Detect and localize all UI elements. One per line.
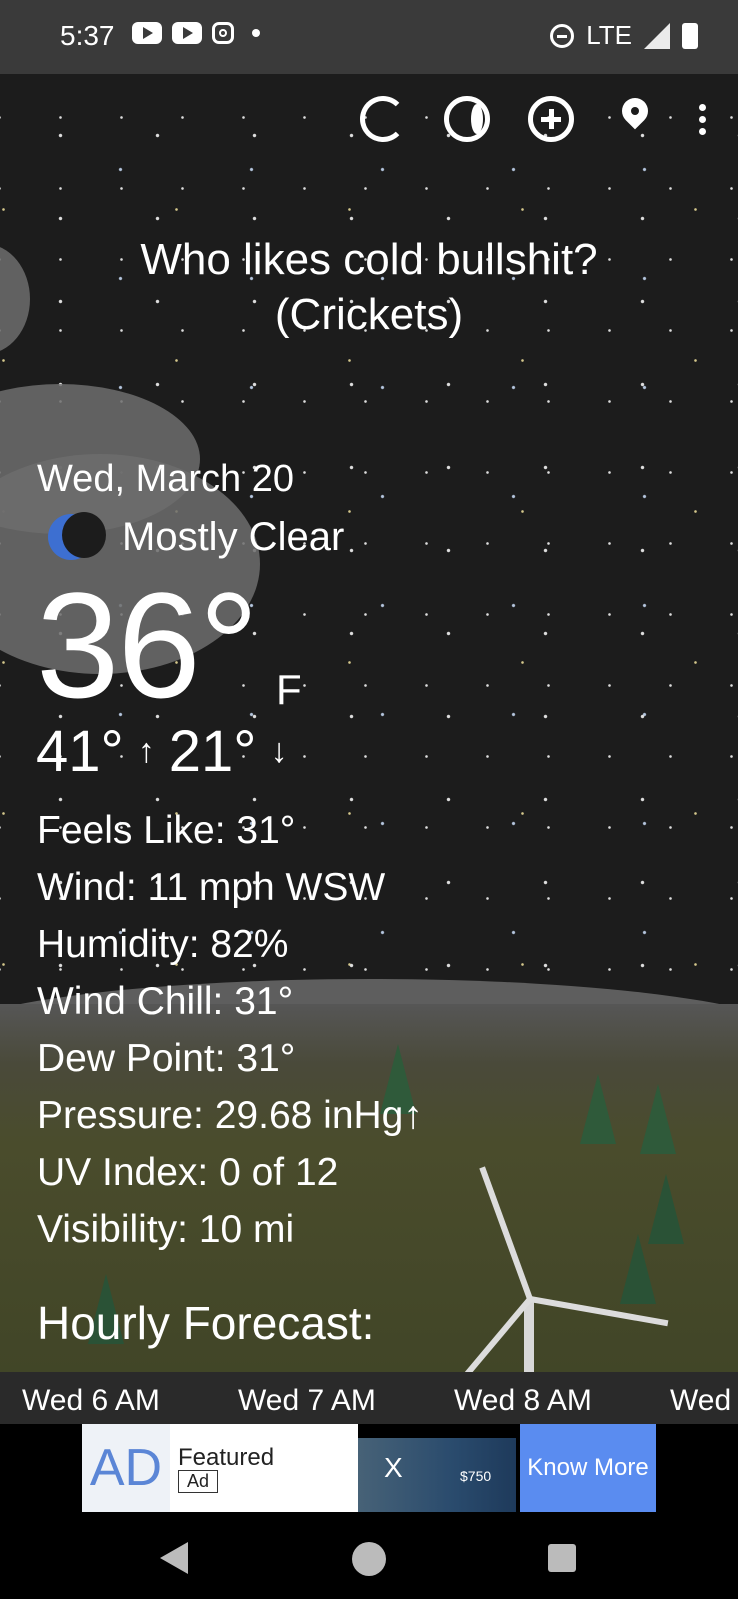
back-icon[interactable] (160, 1542, 188, 1574)
ad-info[interactable]: AD Featured Ad (82, 1424, 358, 1512)
navigation-bar (0, 1520, 738, 1599)
tree (620, 1234, 656, 1304)
signal-icon (644, 22, 670, 49)
ad-price: $750 (460, 1468, 492, 1484)
status-bar: 5:37 LTE (0, 0, 738, 74)
ad-logo: AD (82, 1424, 170, 1512)
ad-banner[interactable]: AD Featured Ad X $750 Know More (0, 1424, 738, 1520)
hour-item[interactable]: Wed (670, 1384, 731, 1418)
instagram-icon (212, 22, 234, 44)
detail-humidity: Humidity: 82% (37, 923, 289, 966)
battery-icon (682, 22, 698, 49)
current-date: Wed, March 20 (37, 458, 294, 500)
weather-headline: Who likes cold bullshit? (Crickets) (0, 232, 738, 342)
tree (640, 1084, 676, 1154)
refresh-icon[interactable] (360, 96, 406, 142)
temperature-unit: F (276, 666, 302, 713)
youtube-icon (132, 22, 162, 44)
location-pin-icon[interactable] (612, 96, 658, 142)
ad-close-icon[interactable]: X (384, 1452, 403, 1484)
ad-know-more-button[interactable]: Know More (520, 1424, 656, 1512)
system-icons: LTE (550, 20, 698, 51)
detail-dew-point: Dew Point: 31° (37, 1037, 296, 1080)
notification-icons (132, 22, 260, 44)
condition-row: Mostly Clear (48, 512, 345, 560)
do-not-disturb-icon (550, 23, 575, 48)
hour-item[interactable]: Wed 8 AM (454, 1384, 592, 1418)
ad-image[interactable] (358, 1438, 516, 1512)
youtube-icon (172, 22, 202, 44)
moon-phase-icon[interactable] (444, 96, 490, 142)
headline-line-1: Who likes cold bullshit? (140, 235, 598, 284)
add-location-icon[interactable] (528, 96, 574, 142)
detail-pressure: Pressure: 29.68 inHg↑ (37, 1094, 423, 1137)
crescent-moon-icon (48, 512, 106, 560)
weather-details: Feels Like: 31° Wind: 11 mph WSW Humidit… (37, 802, 423, 1258)
down-arrow-icon: ↓ (270, 732, 288, 770)
hour-item[interactable]: Wed 7 AM (238, 1384, 376, 1418)
recents-icon[interactable] (548, 1544, 576, 1572)
detail-uv-index: UV Index: 0 of 12 (37, 1151, 339, 1194)
more-notifications-icon (252, 29, 260, 37)
hourly-forecast-title: Hourly Forecast: (37, 1297, 375, 1349)
high-low: 41° ↑ 21° ↓ (36, 718, 287, 785)
current-temperature: 36° (36, 561, 259, 729)
home-icon[interactable] (352, 1542, 386, 1576)
status-time: 5:37 (60, 20, 115, 51)
detail-feels-like: Feels Like: 31° (37, 809, 296, 852)
high-temp: 41° (36, 719, 124, 784)
hour-item[interactable]: Wed 6 AM (22, 1384, 160, 1418)
more-options-icon[interactable] (696, 96, 708, 142)
hourly-forecast-list[interactable]: Wed 6 AM Wed 7 AM Wed 8 AM Wed (0, 1372, 738, 1424)
toolbar (360, 96, 708, 142)
network-label: LTE (586, 20, 632, 50)
condition-text: Mostly Clear (122, 514, 345, 559)
detail-wind: Wind: 11 mph WSW (37, 866, 386, 909)
ad-featured-label: Featured (178, 1444, 275, 1471)
detail-wind-chill: Wind Chill: 31° (37, 980, 294, 1023)
detail-visibility: Visibility: 10 mi (37, 1208, 295, 1251)
low-temp: 21° (168, 719, 257, 784)
up-arrow-icon: ↑ (137, 732, 155, 770)
tree (580, 1074, 616, 1144)
headline-line-2: (Crickets) (274, 290, 464, 339)
ad-tag: Ad (178, 1470, 219, 1493)
